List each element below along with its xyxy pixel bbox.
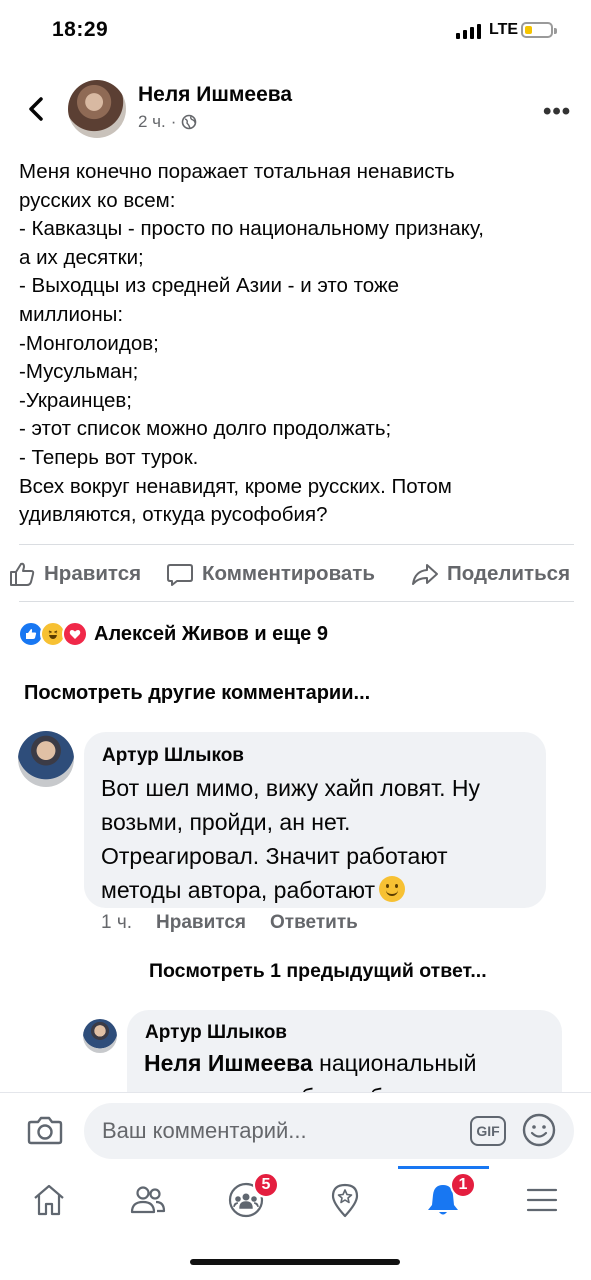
comment-meta: 1 ч. Нравится Ответить	[101, 912, 358, 934]
author-avatar[interactable]	[68, 80, 126, 138]
smiley-emoji-icon	[379, 876, 406, 902]
emoji-picker-icon[interactable]	[522, 1113, 556, 1147]
share-icon	[412, 564, 438, 585]
reply-author[interactable]: Артур Шлыков	[145, 1022, 287, 1044]
comment-text: Вот шел мимо, вижу хайп ловят. Ну возьми…	[101, 771, 541, 907]
post-time[interactable]: 2 ч.	[138, 112, 166, 132]
comment-icon	[167, 564, 193, 586]
love-reaction-icon	[62, 621, 88, 647]
back-arrow-icon[interactable]	[22, 92, 52, 126]
home-icon	[34, 1184, 64, 1216]
battery-icon	[521, 22, 557, 38]
share-button[interactable]: Поделиться	[411, 560, 570, 588]
globe-icon	[182, 114, 197, 130]
comment-time[interactable]: 1 ч.	[101, 912, 132, 934]
view-previous-replies-link[interactable]: Посмотреть 1 предыдущий ответ...	[149, 960, 487, 983]
reply-avatar[interactable]	[83, 1019, 117, 1053]
menu-icon	[526, 1188, 558, 1212]
like-button[interactable]: Нравится	[8, 560, 141, 588]
nav-watch[interactable]	[296, 1166, 394, 1234]
nav-notifications[interactable]: 1	[394, 1166, 492, 1234]
gif-icon[interactable]: GIF	[470, 1116, 506, 1146]
camera-icon[interactable]	[27, 1113, 63, 1147]
comment-bubble: Артур Шлыков Вот шел мимо, вижу хайп лов…	[84, 732, 546, 908]
location-star-icon	[331, 1183, 359, 1218]
post-meta: 2 ч. ·	[138, 112, 197, 132]
reactions-names: Алексей Живов и еще 9	[94, 622, 328, 645]
groups-badge: 5	[253, 1172, 279, 1198]
more-options-icon[interactable]: •••	[543, 98, 571, 126]
nav-friends[interactable]	[99, 1166, 197, 1234]
divider	[19, 601, 574, 602]
divider	[19, 544, 574, 545]
thumbs-up-icon	[10, 562, 35, 586]
home-indicator[interactable]	[190, 1259, 400, 1265]
reply-mention[interactable]: Неля Ишмеева	[144, 1050, 313, 1076]
nav-menu[interactable]	[493, 1166, 591, 1234]
post-body: Меня конечно поражает тотальная ненавист…	[19, 160, 484, 527]
comment-text-body: Вот шел мимо, вижу хайп ловят. Ну возьми…	[101, 775, 480, 903]
network-type: LTE	[489, 21, 519, 38]
comment-placeholder: Ваш комментарий...	[102, 1118, 307, 1143]
meta-dot: ·	[170, 112, 177, 131]
signal-icon	[456, 24, 481, 39]
post-author-name[interactable]: Неля Ишмеева	[138, 83, 292, 107]
friends-icon	[130, 1186, 166, 1214]
like-label: Нравится	[44, 562, 142, 585]
status-time: 18:29	[52, 18, 109, 41]
notifications-badge: 1	[450, 1172, 476, 1198]
commenter-avatar[interactable]	[18, 731, 74, 787]
share-label: Поделиться	[447, 562, 571, 585]
comment-author[interactable]: Артур Шлыков	[102, 745, 244, 767]
comment-reply-link[interactable]: Ответить	[270, 912, 358, 934]
nav-groups[interactable]: 5	[197, 1166, 295, 1234]
comment-like-link[interactable]: Нравится	[156, 912, 246, 934]
view-more-comments-link[interactable]: Посмотреть другие комментарии...	[24, 682, 370, 705]
reactions-summary[interactable]: Алексей Живов и еще 9	[18, 621, 328, 647]
comment-label: Комментировать	[202, 562, 375, 585]
nav-home[interactable]	[0, 1166, 98, 1234]
comment-button[interactable]: Комментировать	[166, 560, 375, 588]
